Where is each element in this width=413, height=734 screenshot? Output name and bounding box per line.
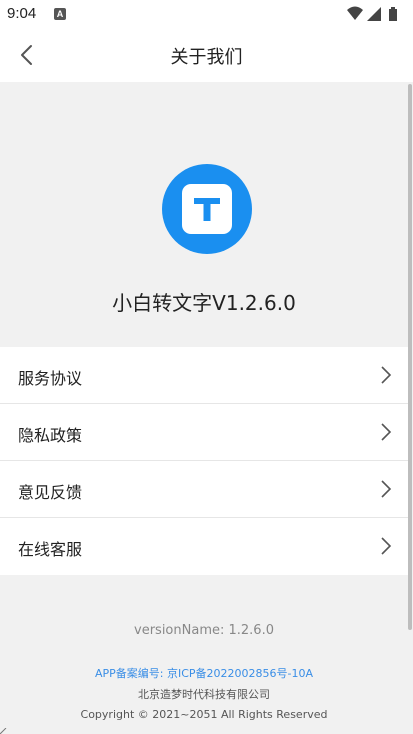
app-logo bbox=[162, 164, 252, 254]
page-title: 关于我们 bbox=[170, 47, 243, 68]
about-menu-list: 服务协议 隐私政策 意见反馈 在线客服 bbox=[0, 347, 408, 575]
status-bar: 9:04 A bbox=[0, 0, 413, 28]
chevron-right-icon bbox=[381, 366, 392, 384]
notification-app-icon: A bbox=[54, 8, 66, 20]
status-time: 9:04 bbox=[7, 5, 37, 22]
menu-item-label: 在线客服 bbox=[18, 540, 83, 559]
menu-item-label: 隐私政策 bbox=[18, 426, 83, 445]
menu-item-privacy-policy[interactable]: 隐私政策 bbox=[0, 404, 408, 461]
app-header: 关于我们 bbox=[0, 28, 413, 82]
icp-record-link[interactable]: APP备案编号: 京ICP备2022002856号-10A bbox=[0, 665, 408, 681]
battery-icon bbox=[389, 7, 397, 21]
app-info-section: 小白转文字V1.2.6.0 bbox=[0, 82, 408, 347]
version-name: versionName: 1.2.6.0 bbox=[134, 623, 274, 638]
chevron-right-icon bbox=[381, 480, 392, 498]
chevron-right-icon bbox=[381, 423, 392, 441]
menu-item-service-agreement[interactable]: 服务协议 bbox=[0, 347, 408, 404]
chevron-right-icon bbox=[381, 537, 392, 555]
menu-item-label: 服务协议 bbox=[18, 369, 83, 388]
signal-icon bbox=[367, 7, 381, 21]
menu-item-feedback[interactable]: 意见反馈 bbox=[0, 461, 408, 518]
menu-item-online-support[interactable]: 在线客服 bbox=[0, 518, 408, 575]
logo-badge bbox=[182, 184, 232, 234]
company-name: 北京造梦时代科技有限公司 bbox=[138, 688, 270, 701]
text-t-icon bbox=[194, 198, 220, 221]
app-name-version: 小白转文字V1.2.6.0 bbox=[112, 291, 296, 315]
menu-item-label: 意见反馈 bbox=[18, 483, 83, 502]
status-icons bbox=[345, 6, 405, 22]
copyright-text: Copyright © 2021~2051 All Rights Reserve… bbox=[80, 708, 328, 721]
scrollbar[interactable] bbox=[408, 84, 412, 630]
corner-indicator-icon bbox=[0, 728, 7, 734]
wifi-icon bbox=[347, 6, 363, 20]
